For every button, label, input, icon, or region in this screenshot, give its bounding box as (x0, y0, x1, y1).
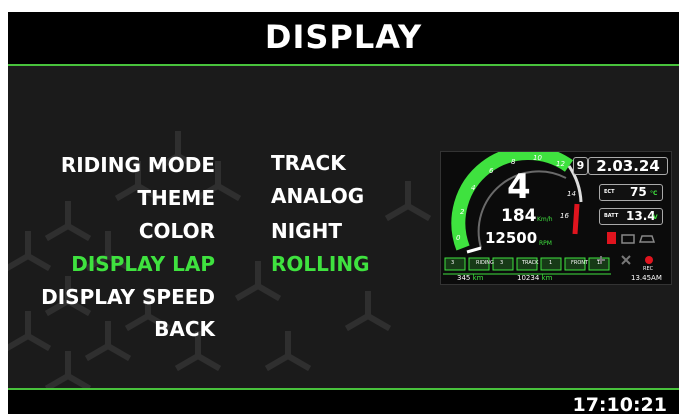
gauge-tick-10: 10 (533, 154, 542, 162)
gauge-tick-8: 8 (511, 158, 516, 166)
preview-time: 13.45AM (631, 274, 662, 282)
speed-unit: Km/h (537, 216, 553, 223)
riding-mode-value: TRACK (271, 151, 346, 175)
ect-unit: °C (650, 190, 658, 197)
trip-unit: km (472, 274, 484, 282)
header-bar: DISPLAY (8, 12, 679, 66)
gauge-tick-2: 2 (460, 208, 465, 216)
gear-indicator: 4 (507, 167, 531, 207)
odometer: 10234 km (517, 274, 552, 282)
oil-icon (638, 235, 656, 243)
mode-value-2: 3 (500, 260, 504, 266)
rpm-unit: RPM (539, 240, 552, 247)
menu-item-display-speed[interactable]: DISPLAY SPEED (10, 285, 215, 309)
ect-value: 75 (630, 185, 647, 199)
mode-value-3: 1 (549, 260, 553, 266)
color-value: NIGHT (271, 219, 342, 243)
fuel-warning-icon (607, 232, 616, 244)
footer-bar: 17:10:21 (8, 388, 679, 414)
gauge-tick-4: 4 (471, 184, 476, 192)
mode-label-front: FRONT (571, 260, 589, 266)
mode-label-track: TRACK (522, 260, 539, 266)
mode-value-1: 3 (451, 260, 455, 266)
menu-item-display-lap[interactable]: DISPLAY LAP (10, 252, 215, 276)
dashboard-preview: 0 2 4 6 8 10 12 14 16 4 184 Km/h 12500 R… (440, 151, 672, 285)
gauge-tick-12: 12 (556, 160, 565, 168)
odometer-unit: km (541, 274, 553, 282)
record-icon (645, 256, 653, 264)
speed-value: 184 (501, 206, 537, 226)
ect-label: ECT (604, 189, 615, 195)
gauge-tick-14: 14 (567, 190, 576, 198)
ect-box: ECT 75 °C (599, 184, 663, 201)
menu-item-back[interactable]: BACK (10, 317, 215, 341)
engine-icon (621, 234, 635, 244)
rec-label: REC (643, 266, 654, 272)
batt-value: 13.4 (626, 209, 656, 223)
mode-value-4: 1 (597, 260, 601, 266)
batt-label: BATT (604, 213, 619, 219)
gauge-tick-0: 0 (456, 234, 461, 242)
batt-unit: V (653, 214, 658, 221)
trip-value: 345 (457, 274, 471, 282)
gauge-tick-6: 6 (489, 167, 494, 175)
mode-label-riding: RIDING (476, 260, 494, 266)
page-title: DISPLAY (264, 18, 423, 56)
display-settings-screen: DISPLAY RIDING MODE THEME COLOR DISPLAY … (8, 12, 679, 414)
gauge-tick-16: 16 (560, 212, 569, 220)
batt-box: BATT 13.4 V (599, 208, 663, 225)
theme-value: ANALOG (271, 184, 365, 208)
tc-icon (621, 255, 631, 265)
menu-item-riding-mode[interactable]: RIDING MODE (10, 153, 215, 177)
trip-distance: 345 km (457, 274, 483, 282)
lap-number: 9 (573, 157, 588, 175)
menu-item-color[interactable]: COLOR (10, 219, 215, 243)
menu-item-theme[interactable]: THEME (10, 186, 215, 210)
lap-time: 2.03.24 (588, 157, 668, 175)
display-lap-value: ROLLING (271, 252, 370, 276)
clock: 17:10:21 (572, 394, 667, 414)
rpm-value: 12500 (485, 229, 538, 247)
odometer-value: 10234 (517, 274, 540, 282)
